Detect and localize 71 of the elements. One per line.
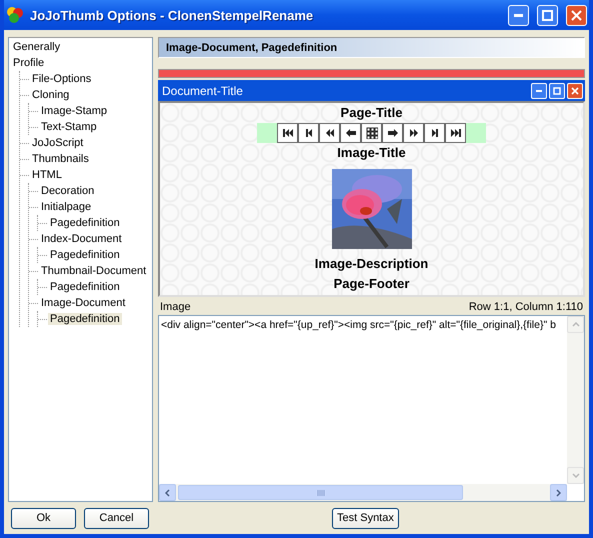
grid-icon	[366, 127, 378, 139]
section-header: Image-Document, Pagedefinition	[158, 37, 585, 58]
scroll-left-icon	[165, 488, 170, 496]
tree-item[interactable]: Thumbnail-Document	[39, 265, 148, 277]
tree-item[interactable]: Index-Document	[39, 233, 124, 245]
close-icon	[571, 86, 579, 94]
image-description: Image-Description	[314, 255, 428, 273]
close-icon	[571, 10, 582, 20]
maximize-icon	[553, 86, 561, 94]
app-logo-icon	[6, 6, 24, 24]
tree-item[interactable]: Image-Stamp	[39, 105, 110, 117]
maximize-button[interactable]	[537, 4, 558, 26]
nav-button[interactable]	[361, 123, 382, 143]
scroll-down-icon	[572, 473, 580, 478]
grip-icon	[316, 490, 324, 496]
code-editor[interactable]: <div align="center"><a href="{up_ref}"><img src="{pic_ref}" alt="{file_original},{file}" b	[158, 315, 585, 502]
rewind-icon	[324, 127, 336, 139]
page-footer: Page-Footer	[334, 274, 410, 294]
scroll-thumb[interactable]	[178, 485, 463, 500]
scroll-right-icon	[556, 488, 561, 496]
tree-item[interactable]: HTML	[30, 169, 64, 181]
code-line: <div align="center"><a href="{up_ref}"><img src="{pic_ref}" alt="{file_original},{file}" b	[160, 318, 557, 333]
image-title: Image-Title	[337, 144, 406, 162]
arrow-right-icon	[386, 127, 398, 139]
editor-label: Image	[160, 301, 191, 313]
document-title: Document-Title	[162, 84, 244, 98]
cancel-button[interactable]: Cancel	[84, 508, 149, 528]
fast-forward-icon	[408, 127, 420, 139]
vertical-scrollbar[interactable]	[567, 316, 584, 484]
nav-spacer	[466, 123, 486, 143]
nav-button[interactable]	[298, 123, 319, 143]
tree-item[interactable]: Image-Document	[39, 297, 128, 309]
tree-item[interactable]: File-Options	[30, 73, 94, 85]
tree-item[interactable]: Pagedefinition	[48, 217, 122, 229]
nav-spacer	[257, 123, 277, 143]
nav-button[interactable]	[445, 123, 466, 143]
arrow-left-icon	[344, 127, 356, 139]
close-button[interactable]	[566, 4, 587, 26]
skip-first-icon	[282, 127, 294, 139]
ok-button[interactable]: Ok	[11, 508, 76, 528]
tree-item[interactable]: JoJoScript	[30, 137, 86, 149]
tree-item[interactable]: Generally	[11, 41, 62, 53]
horizontal-scrollbar[interactable]	[159, 484, 567, 501]
maximize-button[interactable]	[549, 82, 565, 98]
tree-item[interactable]: Initialpage	[39, 201, 94, 213]
tree-item[interactable]: Decoration	[39, 185, 96, 197]
minimize-icon	[514, 14, 523, 16]
maximize-icon	[542, 10, 553, 20]
tree-item[interactable]: Pagedefinition	[48, 249, 122, 261]
skip-last-icon	[450, 127, 462, 139]
tree-item[interactable]: Pagedefinition	[48, 281, 122, 293]
scroll-up-icon	[572, 322, 580, 327]
nav-button[interactable]	[382, 123, 403, 143]
minimize-button[interactable]	[508, 4, 529, 26]
window-title: JoJoThumb Options - ClonenStempelRename	[30, 8, 314, 22]
close-button[interactable]	[567, 82, 583, 98]
nav-button[interactable]	[403, 123, 424, 143]
tree-item[interactable]: Thumbnails	[30, 153, 91, 165]
nav-button[interactable]	[319, 123, 340, 143]
nav-button[interactable]	[340, 123, 361, 143]
cursor-position: Row 1:1, Column 1:110	[468, 301, 583, 313]
minimize-button[interactable]	[531, 82, 547, 98]
tree-item[interactable]: Text-Stamp	[39, 121, 99, 133]
tree-item[interactable]: Pagedefinition	[48, 313, 122, 325]
tree-item[interactable]: Cloning	[30, 89, 72, 101]
nav-button[interactable]	[424, 123, 445, 143]
tree-item[interactable]: Profile	[11, 57, 46, 69]
page-title: Page-Title	[340, 104, 402, 122]
minimize-icon	[536, 90, 542, 92]
nav-button[interactable]	[277, 123, 298, 143]
test-syntax-button[interactable]: Test Syntax	[332, 508, 399, 528]
